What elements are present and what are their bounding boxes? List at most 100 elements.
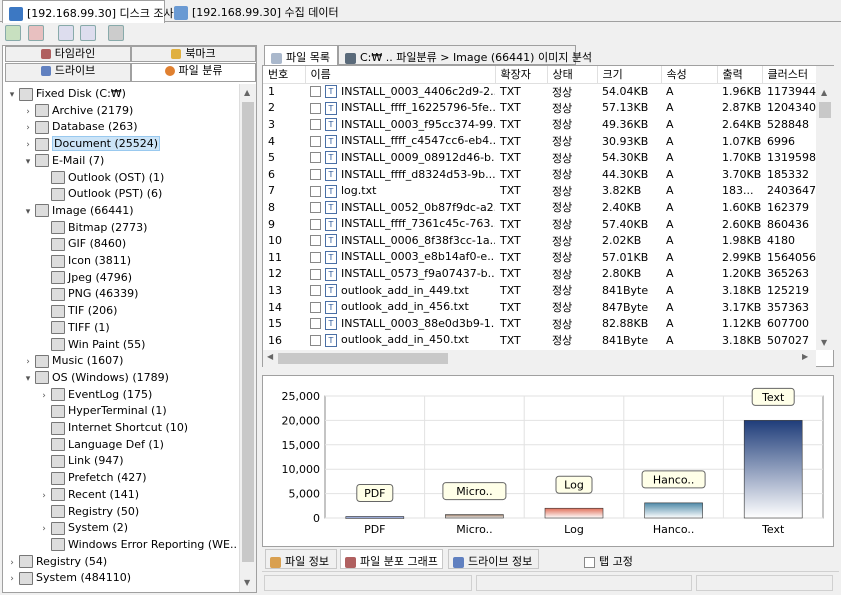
table-row[interactable]: 12 T INSTALL_0573_f9a07437-b... TXT 정상 2.80KB… xyxy=(263,266,816,283)
expand-toggle-icon[interactable]: › xyxy=(23,137,33,153)
tab-file-list[interactable]: 파일 목록 xyxy=(264,45,338,66)
tree-node[interactable]: ▾ Image (66441) xyxy=(23,203,134,219)
tab-drive[interactable]: 드라이브 xyxy=(5,63,131,82)
expand-toggle-icon[interactable]: › xyxy=(39,488,49,504)
expand-toggle-icon[interactable]: › xyxy=(23,104,33,120)
row-checkbox[interactable] xyxy=(310,318,321,330)
tree-node[interactable]: › System (484110) xyxy=(7,570,131,586)
scroll-thumb[interactable] xyxy=(278,353,448,364)
expand-toggle-icon[interactable]: ▾ xyxy=(23,204,33,220)
tree-node[interactable]: › System (2) xyxy=(39,520,128,536)
table-row[interactable]: 7 Tlog.txt TXT 정상 3.82KB A 183... 2403647 xyxy=(263,183,816,200)
table-row[interactable]: 16 Toutlook_add_in_450.txt TXT 정상 841Byte A 3.… xyxy=(263,332,816,349)
table-row[interactable]: 10 T INSTALL_0006_8f38f3cc-1a... TXT 정상 2.02K… xyxy=(263,232,816,249)
row-checkbox[interactable] xyxy=(310,102,321,114)
scroll-down-icon[interactable]: ▼ xyxy=(244,578,250,587)
column-header[interactable]: 번호 xyxy=(263,66,306,84)
tree-node[interactable]: Icon (3811) xyxy=(39,253,131,269)
expand-toggle-icon[interactable]: › xyxy=(7,571,17,587)
tab-disk-investigation[interactable]: [192.168.99.30] 디스크 조사 xyxy=(2,0,174,23)
tab-image-analysis[interactable]: C:₩ .. 파일분류 > Image (66441) 이미지 분석 xyxy=(338,45,592,65)
expand-toggle-icon[interactable]: ▾ xyxy=(23,371,33,387)
table-row[interactable]: 11 T INSTALL_0003_e8b14af0-e... TXT 정상 57.01K… xyxy=(263,249,816,266)
tree-node[interactable]: Internet Shortcut (10) xyxy=(39,420,188,436)
row-checkbox[interactable] xyxy=(310,86,321,98)
table-row[interactable]: 5 T INSTALL_0009_08912d46-b... TXT 정상 54.30KB… xyxy=(263,149,816,166)
add-case-icon[interactable] xyxy=(5,25,21,41)
row-checkbox[interactable] xyxy=(310,235,321,247)
row-checkbox[interactable] xyxy=(310,119,321,131)
row-checkbox[interactable] xyxy=(310,301,321,313)
row-checkbox[interactable] xyxy=(310,268,321,280)
tree-node[interactable]: Registry (50) xyxy=(39,504,139,520)
column-header[interactable]: 출력 xyxy=(717,66,763,84)
expand-toggle-icon[interactable]: › xyxy=(39,521,49,537)
table-horizontal-scrollbar[interactable]: ◀ ▶ xyxy=(263,350,816,367)
tree-node[interactable]: Link (947) xyxy=(39,453,124,469)
tree-node[interactable]: › Database (263) xyxy=(23,119,138,135)
scroll-thumb[interactable] xyxy=(242,102,254,562)
tree-node[interactable]: PNG (46339) xyxy=(39,286,138,302)
table-row[interactable]: 8 T INSTALL_0052_0b87f9dc-a2... TXT 정상 2.40KB… xyxy=(263,199,816,216)
table-row[interactable]: 13 Toutlook_add_in_449.txt TXT 정상 841Byte A 3.… xyxy=(263,282,816,299)
tree-node[interactable]: GIF (8460) xyxy=(39,236,126,252)
row-checkbox[interactable] xyxy=(310,218,321,230)
column-header[interactable]: 속성 xyxy=(661,66,718,84)
tree-node[interactable]: TIFF (1) xyxy=(39,320,110,336)
column-header[interactable]: 상태 xyxy=(547,66,598,84)
row-checkbox[interactable] xyxy=(310,185,321,197)
search-icon[interactable] xyxy=(58,25,74,41)
tree-node[interactable]: HyperTerminal (1) xyxy=(39,403,167,419)
column-header[interactable]: 클러스터 xyxy=(762,66,816,84)
row-checkbox[interactable] xyxy=(310,135,321,147)
tree-scrollbar[interactable]: ▲ ▼ xyxy=(239,84,256,592)
table-row[interactable]: 9 T INSTALL_ffff_7361c45c-763... TXT 정상 57.40… xyxy=(263,216,816,233)
expand-toggle-icon[interactable]: › xyxy=(39,388,49,404)
column-header[interactable]: 크기 xyxy=(597,66,662,84)
tree-node[interactable]: › Registry (54) xyxy=(7,554,107,570)
tree-node[interactable]: › Recent (141) xyxy=(39,487,139,503)
tab-timeline[interactable]: 타임라인 xyxy=(5,46,131,62)
pin-tab-checkbox[interactable] xyxy=(584,556,595,568)
scroll-thumb[interactable] xyxy=(819,102,831,118)
table-row[interactable]: 15 T INSTALL_0003_88e0d3b9-1... TXT 정상 82.88K… xyxy=(263,315,816,332)
tree-node[interactable]: ▾ OS (Windows) (1789) xyxy=(23,370,169,386)
scroll-up-icon[interactable]: ▲ xyxy=(244,88,250,97)
tree-node[interactable]: Bitmap (2773) xyxy=(39,220,147,236)
tree-node[interactable]: › Document (25524) xyxy=(23,136,161,153)
tab-file-classification[interactable]: 파일 분류 xyxy=(131,63,256,82)
table-row[interactable]: 1 T INSTALL_0003_4406c2d9-2... TXT 정상 54.04KB… xyxy=(263,83,816,100)
expand-toggle-icon[interactable]: ▾ xyxy=(23,154,33,170)
table-row[interactable]: 4 T INSTALL_ffff_c4547cc6-eb4... TXT 정상 30.93… xyxy=(263,133,816,150)
tree-node[interactable]: › Archive (2179) xyxy=(23,103,133,119)
tree-node[interactable]: ▾ E-Mail (7) xyxy=(23,153,104,169)
row-checkbox[interactable] xyxy=(310,285,321,297)
table-row[interactable]: 14 Toutlook_add_in_456.txt TXT 정상 847Byte A 3.… xyxy=(263,299,816,316)
scroll-right-icon[interactable]: ▶ xyxy=(802,352,808,361)
zoom-icon[interactable] xyxy=(80,25,96,41)
scroll-left-icon[interactable]: ◀ xyxy=(267,352,273,361)
tree-node[interactable]: ▾ Fixed Disk (C:₩) xyxy=(7,86,126,102)
expand-toggle-icon[interactable]: › xyxy=(23,120,33,136)
tree-node[interactable]: › EventLog (175) xyxy=(39,387,152,403)
expand-toggle-icon[interactable]: › xyxy=(7,555,17,571)
tree-node[interactable]: Jpeg (4796) xyxy=(39,270,132,286)
table-row[interactable]: 6 T INSTALL_ffff_d8324d53-9b... TXT 정상 44.30K… xyxy=(263,166,816,183)
pin-tab-toggle[interactable]: 탭 고정 xyxy=(584,553,633,569)
table-row[interactable]: 2 T INSTALL_ffff_16225796-5fe... TXT 정상 57.13… xyxy=(263,100,816,117)
expand-toggle-icon[interactable]: ▾ xyxy=(7,87,17,103)
tab-file-distribution-graph[interactable]: 파일 분포 그래프 xyxy=(340,549,443,569)
tab-file-info[interactable]: 파일 정보 xyxy=(265,549,337,569)
tab-bookmark[interactable]: 북마크 xyxy=(131,46,256,62)
tree-node[interactable]: Prefetch (427) xyxy=(39,470,147,486)
tree-node[interactable]: › Music (1607) xyxy=(23,353,123,369)
tree-node[interactable]: Win Paint (55) xyxy=(39,337,145,353)
row-checkbox[interactable] xyxy=(310,334,321,346)
print-icon[interactable] xyxy=(108,25,124,41)
remove-case-icon[interactable] xyxy=(28,25,44,41)
tree-node[interactable]: Language Def (1) xyxy=(39,437,164,453)
tree-node[interactable]: TIF (206) xyxy=(39,303,117,319)
tab-drive-info[interactable]: 드라이브 정보 xyxy=(448,549,539,569)
expand-toggle-icon[interactable]: › xyxy=(23,354,33,370)
tree-node[interactable]: Outlook (OST) (1) xyxy=(39,170,164,186)
